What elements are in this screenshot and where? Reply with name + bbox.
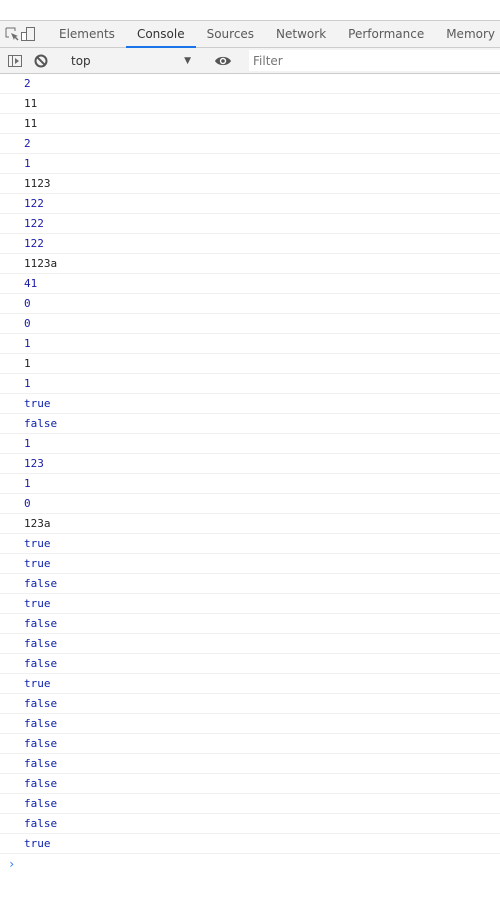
sidebar-toggle-icon <box>8 54 22 67</box>
console-prompt[interactable]: › <box>0 854 500 874</box>
tab-memory[interactable]: Memory <box>435 21 500 47</box>
console-message: false <box>0 654 500 674</box>
console-message: false <box>0 694 500 714</box>
console-message: 1 <box>0 154 500 174</box>
console-message: true <box>0 594 500 614</box>
device-toggle-icon <box>21 27 35 41</box>
console-message: false <box>0 794 500 814</box>
prompt-chevron-icon: › <box>8 857 16 871</box>
show-sidebar-button[interactable] <box>2 53 28 69</box>
devtools-tabbar: Elements Console Sources Network Performance… <box>0 20 500 48</box>
clear-console-button[interactable] <box>28 53 54 69</box>
dropdown-arrow-icon: ▼ <box>184 55 191 66</box>
console-message: 41 <box>0 274 500 294</box>
device-toolbar-button[interactable] <box>20 21 36 47</box>
console-message: false <box>0 574 500 594</box>
console-message: 2 <box>0 134 500 154</box>
console-message: true <box>0 674 500 694</box>
tab-elements[interactable]: Elements <box>48 21 126 47</box>
tab-sources[interactable]: Sources <box>196 21 265 47</box>
console-message: 0 <box>0 314 500 334</box>
context-value: top <box>71 53 91 68</box>
console-message: 2 <box>0 74 500 94</box>
inspect-element-button[interactable] <box>4 21 20 47</box>
console-message: 1 <box>0 474 500 494</box>
console-message: 122 <box>0 194 500 214</box>
console-message: 122 <box>0 214 500 234</box>
console-messages: 2 11 11 2 1 1123 122 122 122 1123a 41 0 0 1 1 1 true fals… <box>0 74 500 854</box>
tab-performance[interactable]: Performance <box>337 21 435 47</box>
window-top-margin <box>0 0 500 20</box>
console-message: false <box>0 814 500 834</box>
console-message: 0 <box>0 294 500 314</box>
eye-icon <box>215 56 231 65</box>
console-message: false <box>0 734 500 754</box>
console-message: 11 <box>0 94 500 114</box>
console-message: false <box>0 414 500 434</box>
console-message: 0 <box>0 494 500 514</box>
filter-input[interactable] <box>249 50 500 71</box>
console-toolbar: top ▼ <box>0 48 500 74</box>
panel-tabs: Elements Console Sources Network Performance… <box>48 21 500 48</box>
console-message: true <box>0 394 500 414</box>
console-message: false <box>0 714 500 734</box>
console-message: 11 <box>0 114 500 134</box>
console-message: false <box>0 614 500 634</box>
console-message: 1 <box>0 374 500 394</box>
console-message: true <box>0 834 500 854</box>
console-message: 122 <box>0 234 500 254</box>
console-message: 1123 <box>0 174 500 194</box>
context-selector[interactable]: top ▼ <box>67 54 197 68</box>
console-message: 1 <box>0 334 500 354</box>
clear-console-icon <box>34 54 48 67</box>
console-message: 1 <box>0 434 500 454</box>
tab-console[interactable]: Console <box>125 21 196 48</box>
console-message: 1 <box>0 354 500 374</box>
console-message: true <box>0 554 500 574</box>
console-message: false <box>0 754 500 774</box>
console-message: false <box>0 634 500 654</box>
inspect-element-icon <box>5 27 19 41</box>
console-message: 123 <box>0 454 500 474</box>
console-message: false <box>0 774 500 794</box>
live-expression-button[interactable] <box>210 54 236 68</box>
console-message: true <box>0 534 500 554</box>
console-message: 123a <box>0 514 500 534</box>
console-message: 1123a <box>0 254 500 274</box>
tab-network[interactable]: Network <box>265 21 337 47</box>
